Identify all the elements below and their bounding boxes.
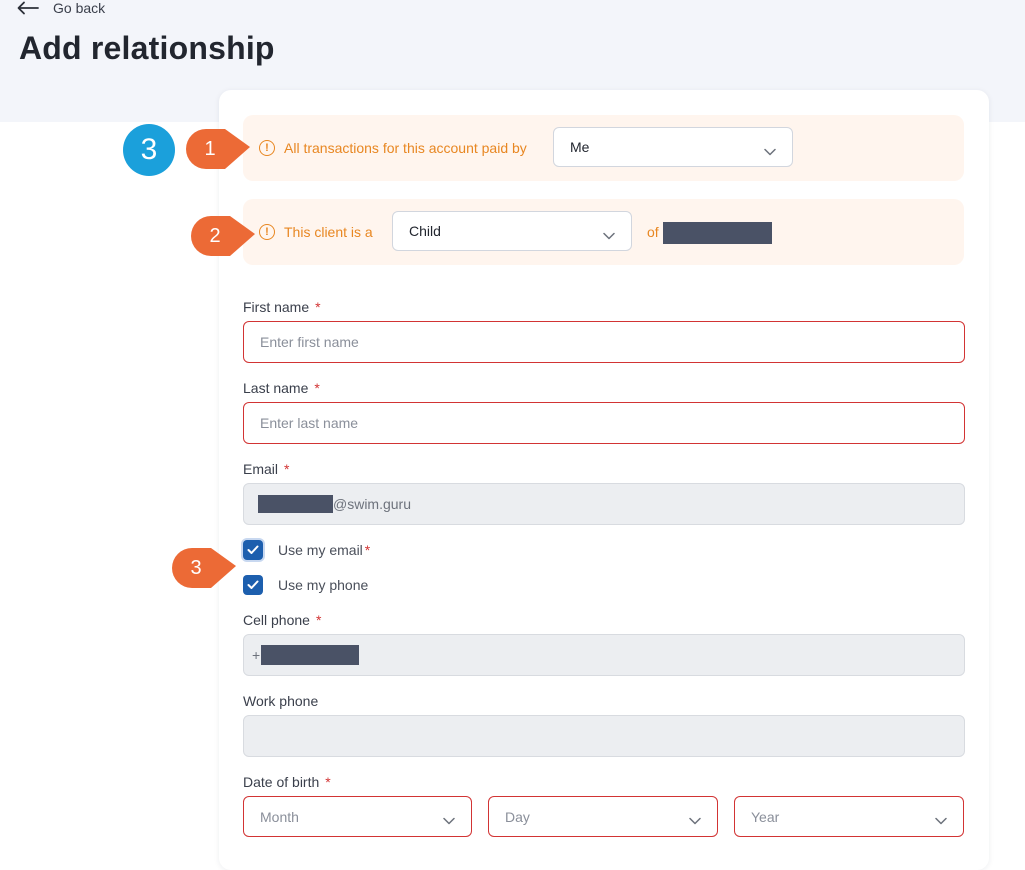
dob-day-placeholder: Day	[505, 808, 530, 825]
last-name-label: Last name *	[243, 380, 320, 396]
use-my-email-label: Use my email	[278, 542, 363, 558]
required-mark: *	[364, 542, 371, 558]
email-label: Email *	[243, 461, 290, 477]
work-phone-label: Work phone	[243, 693, 319, 709]
client-relation-text: This client is a	[284, 224, 373, 240]
callout-marker-2: 2	[190, 215, 256, 257]
warning-icon: !	[259, 140, 275, 156]
redacted-name	[663, 222, 772, 244]
dob-label: Date of birth *	[243, 774, 331, 790]
phone-prefix: +	[252, 647, 261, 663]
first-name-label: First name *	[243, 299, 321, 315]
dob-month-select[interactable]: Month	[243, 796, 472, 837]
dob-year-placeholder: Year	[751, 808, 780, 825]
dob-month-placeholder: Month	[260, 808, 299, 825]
cell-phone-input[interactable]: +	[243, 634, 965, 676]
chevron-down-icon	[764, 143, 776, 159]
use-my-phone-label: Use my phone	[278, 577, 369, 593]
paid-by-select[interactable]: Me	[553, 127, 793, 167]
use-my-phone-checkbox[interactable]	[243, 575, 263, 595]
work-phone-input[interactable]	[243, 715, 965, 757]
use-my-email-checkbox[interactable]	[243, 540, 263, 560]
relation-value: Child	[409, 223, 441, 239]
relation-of-label: of	[647, 224, 659, 240]
last-name-input[interactable]: Enter last name	[243, 402, 965, 444]
cell-phone-label: Cell phone *	[243, 612, 322, 628]
use-my-email-row[interactable]: Use my email *	[243, 540, 370, 560]
go-back-label: Go back	[53, 0, 106, 16]
redacted-email-user	[258, 495, 333, 513]
email-input[interactable]: @swim.guru	[243, 483, 965, 525]
dob-year-select[interactable]: Year	[734, 796, 964, 837]
chevron-down-icon	[935, 812, 947, 828]
page-title: Add relationship	[19, 30, 275, 66]
redacted-phone	[261, 645, 360, 665]
callout-marker-1: 1	[185, 128, 251, 170]
callout-marker-3: 3	[171, 547, 237, 589]
first-name-input[interactable]: Enter first name	[243, 321, 965, 363]
go-back-link[interactable]: Go back	[17, 0, 105, 16]
chevron-down-icon	[689, 812, 701, 828]
chevron-down-icon	[443, 812, 455, 828]
use-my-phone-row[interactable]: Use my phone	[243, 575, 368, 595]
chevron-down-icon	[603, 227, 615, 243]
relation-select[interactable]: Child	[392, 211, 632, 251]
arrow-left-icon	[17, 1, 39, 15]
last-name-placeholder: Enter last name	[260, 415, 359, 431]
step-badge: 3	[123, 124, 175, 176]
warning-icon: !	[259, 224, 275, 240]
dob-day-select[interactable]: Day	[488, 796, 718, 837]
checkmark-icon	[247, 545, 259, 554]
first-name-placeholder: Enter first name	[260, 334, 359, 350]
paid-by-value: Me	[570, 139, 590, 155]
checkmark-icon	[247, 580, 259, 589]
paid-by-text: All transactions for this account paid b…	[284, 140, 527, 156]
email-domain: @swim.guru	[333, 496, 412, 512]
